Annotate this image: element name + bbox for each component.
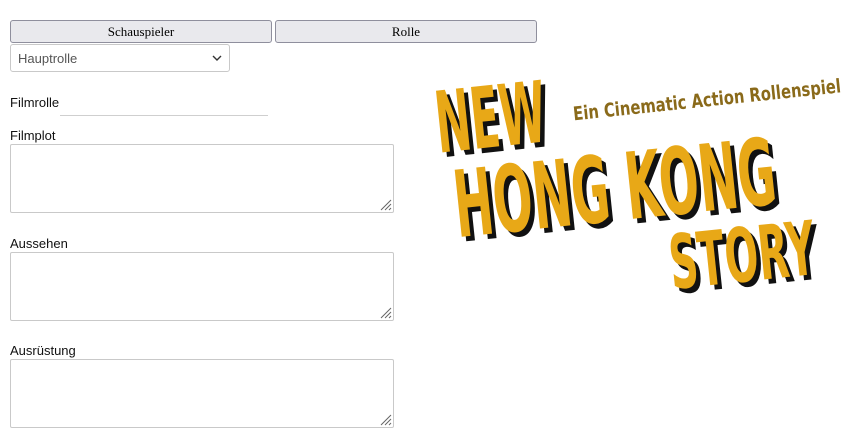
resize-grip-icon[interactable]: [378, 197, 392, 211]
aussehen-textarea[interactable]: [10, 252, 394, 321]
ausruestung-label: Ausrüstung: [10, 343, 76, 358]
resize-grip-icon[interactable]: [378, 412, 392, 426]
resize-grip-icon[interactable]: [378, 305, 392, 319]
role-select[interactable]: Hauptrolle: [10, 44, 230, 72]
filmplot-label: Filmplot: [10, 128, 56, 143]
chevron-down-icon: [212, 55, 222, 61]
logo-line-story: STORY: [665, 205, 821, 307]
filmplot-textarea[interactable]: [10, 144, 394, 213]
aussehen-label: Aussehen: [10, 236, 68, 251]
new-hong-kong-story-logo: NEW NEW HONG KONG HONG KONG STORY STORY …: [430, 63, 842, 310]
filmrolle-label: Filmrolle: [10, 95, 60, 110]
tab-schauspieler[interactable]: Schauspieler: [10, 20, 272, 43]
role-select-value: Hauptrolle: [18, 50, 78, 66]
filmrolle-input[interactable]: [60, 90, 268, 116]
ausruestung-textarea[interactable]: [10, 359, 394, 428]
logo-tagline: Ein Cinematic Action Rollenspiel: [572, 76, 842, 126]
